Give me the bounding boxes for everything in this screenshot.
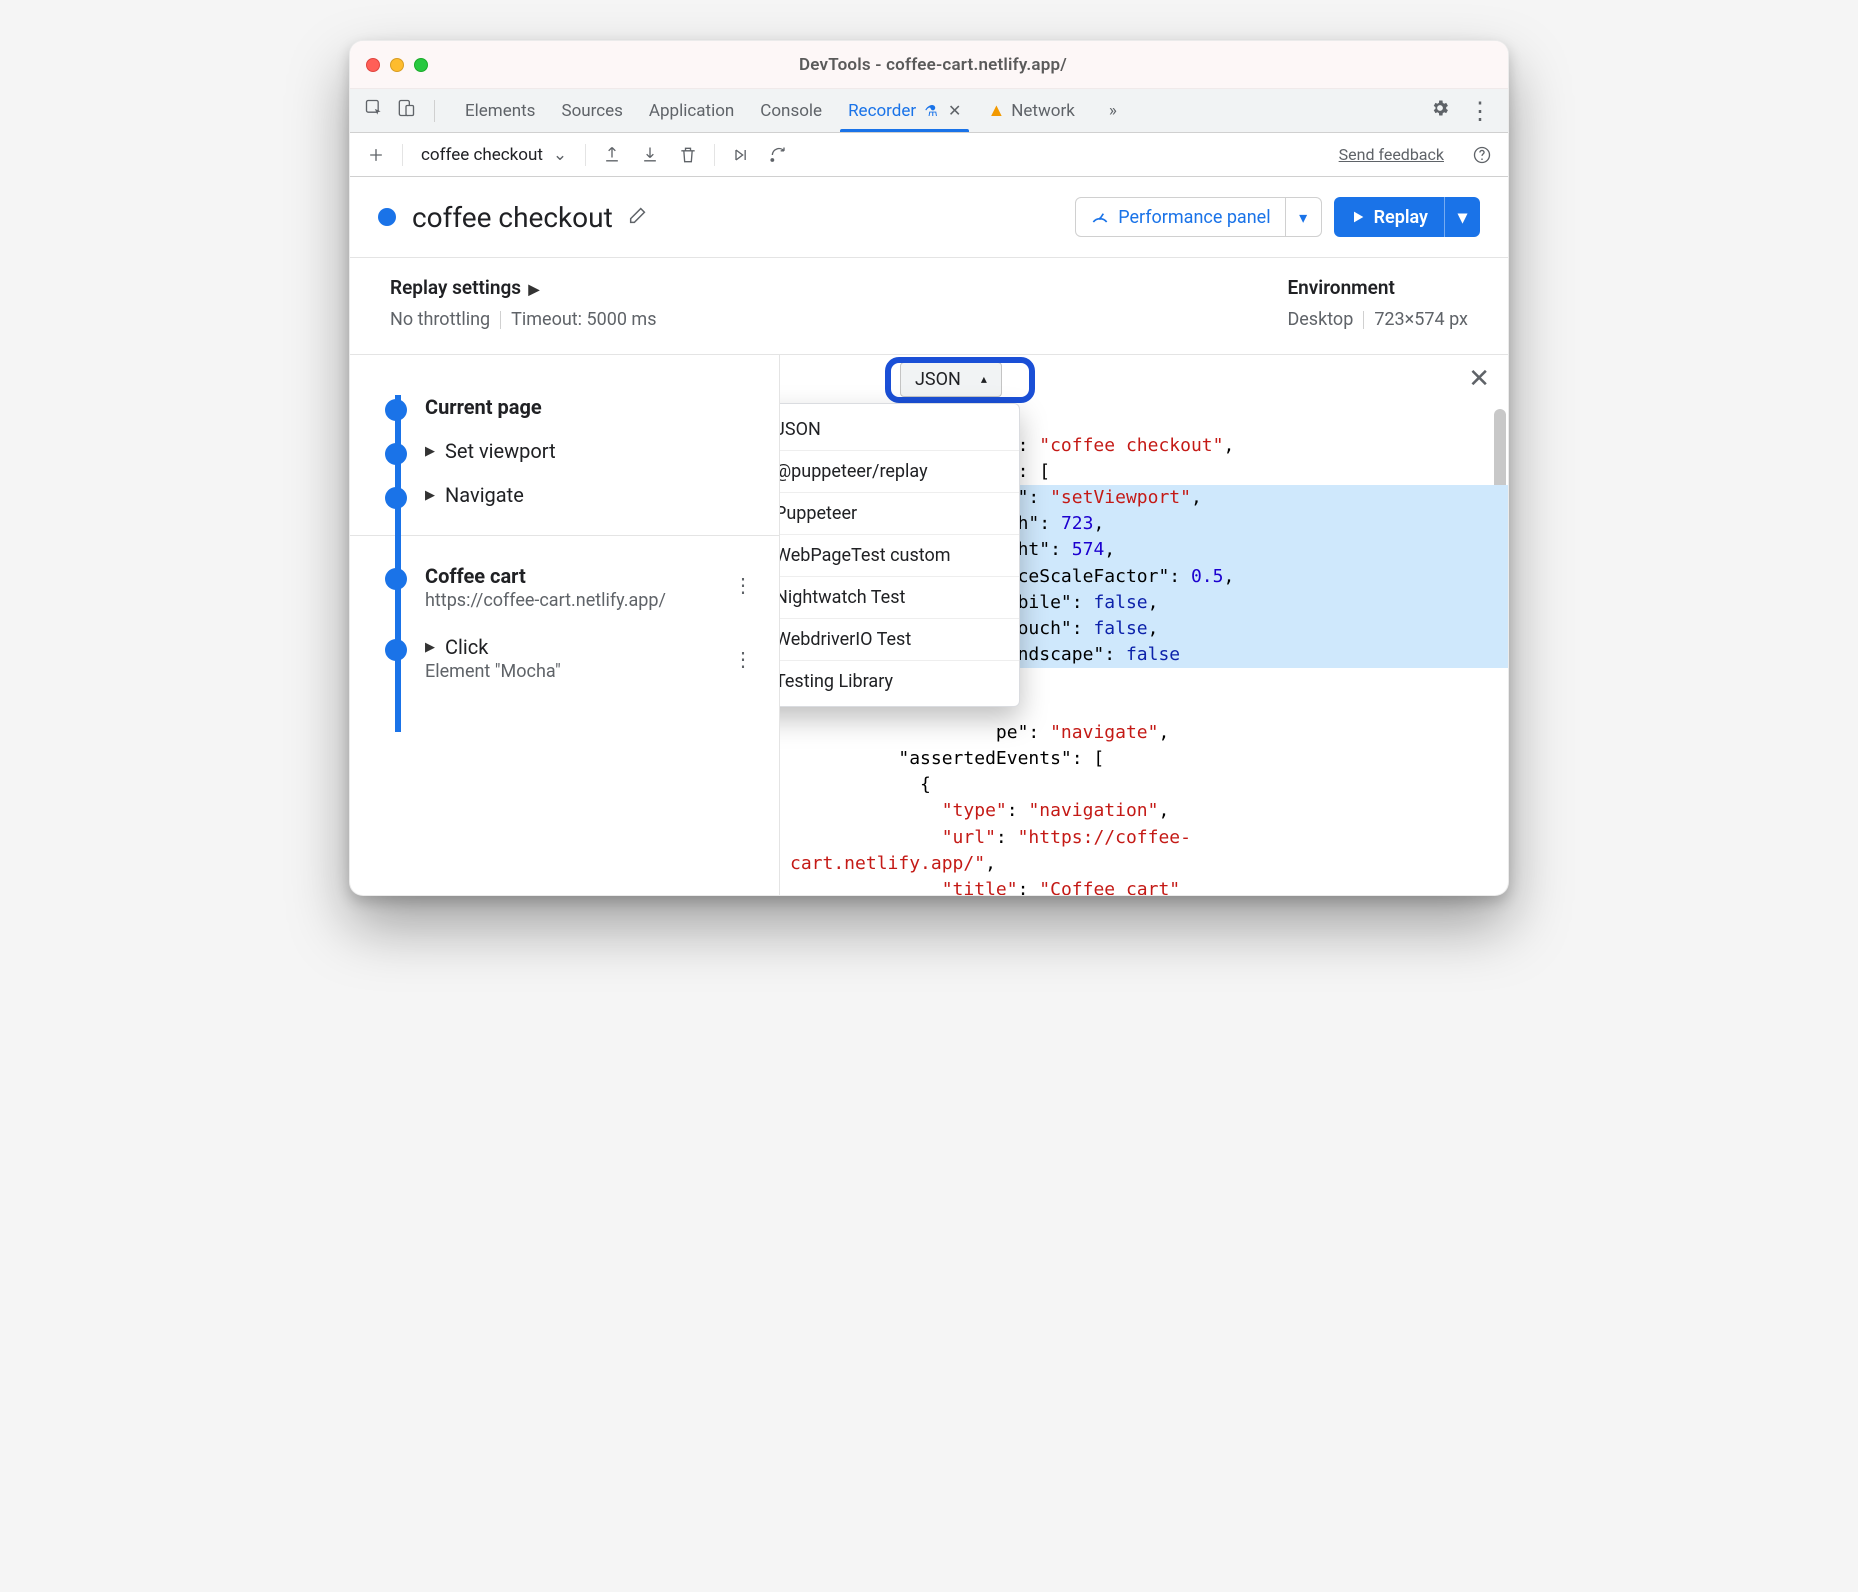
step-dot [385,487,407,509]
format-option-label: @puppeteer/replay [780,461,928,482]
environment-heading: Environment [1287,276,1468,299]
settings-gear-icon[interactable] [1430,98,1450,123]
tab-console[interactable]: Console [748,91,834,131]
caret-right-icon: ▶ [425,444,435,459]
recording-header: coffee checkout Performance panel ▾ Repl… [350,177,1508,258]
performance-panel-button[interactable]: Performance panel ▾ [1075,197,1321,237]
performance-panel-label: Performance panel [1118,207,1270,228]
replay-button-label: Replay [1374,207,1428,228]
minimize-window-button[interactable] [390,58,404,72]
zoom-window-button[interactable] [414,58,428,72]
steps-code-split: Current page ▶ Set viewport ▶ Navigate Cof… [350,355,1508,895]
step-menu-icon[interactable]: ⋮ [733,647,755,671]
inspect-element-icon[interactable] [364,98,384,123]
step-dot [385,568,407,590]
step-icon[interactable] [765,141,793,169]
performance-panel-chevron[interactable]: ▾ [1285,198,1321,236]
format-menu: ✓JSON @puppeteer/replay Puppeteer WebPag… [780,403,1020,707]
step-label: Navigate [445,483,524,507]
step-dot [385,399,407,421]
step-click[interactable]: ▶ Click Element "Mocha" ⋮ [385,625,759,692]
window-title: DevTools - coffee-cart.netlify.app/ [444,55,1422,75]
close-tab-icon[interactable]: ✕ [948,101,961,120]
step-group-title: Current page [425,395,542,419]
export-icon[interactable] [598,141,626,169]
step-dot [385,443,407,465]
step-group-coffee-cart[interactable]: Coffee cart https://coffee-cart.netlify.… [385,554,759,615]
warning-icon: ▲ [987,100,1005,121]
edit-title-icon[interactable] [627,204,649,230]
timeout-value: Timeout: 5000 ms [511,309,656,330]
step-over-icon[interactable] [727,141,755,169]
format-option-label: WebPageTest custom [780,545,951,566]
format-option-json[interactable]: ✓JSON [780,408,1019,450]
format-option-puppeteer[interactable]: Puppeteer [780,492,1019,534]
format-option-label: Puppeteer [780,503,857,524]
tab-recorder-label: Recorder [848,101,916,121]
tab-network[interactable]: ▲ Network [975,90,1086,131]
recording-selector-label: coffee checkout [421,145,543,165]
step-group-title: Coffee cart [425,564,526,588]
replay-settings-toggle[interactable]: Replay settings ▶ [390,276,657,299]
tabs-overflow-button[interactable]: » [1097,91,1129,131]
format-select-value: JSON [915,369,961,390]
step-group-current-page[interactable]: Current page [385,385,759,429]
recorder-toolbar: coffee checkout ⌄ Send feedback [350,133,1508,177]
steps-pane: Current page ▶ Set viewport ▶ Navigate Cof… [350,355,780,895]
tab-elements[interactable]: Elements [453,91,547,131]
tab-application[interactable]: Application [637,91,746,131]
format-option-nightwatch[interactable]: Nightwatch Test [780,576,1019,618]
format-option-label: WebdriverIO Test [780,629,911,650]
format-option-label: JSON [780,419,821,440]
chevron-down-icon: ⌄ [553,145,567,165]
tab-network-label: Network [1011,101,1075,121]
close-code-icon[interactable]: ✕ [1460,360,1498,398]
send-feedback-link[interactable]: Send feedback [1339,145,1444,164]
caret-right-icon: ▶ [425,640,435,655]
delete-icon[interactable] [674,141,702,169]
step-set-viewport[interactable]: ▶ Set viewport [385,429,759,473]
format-select[interactable]: JSON ▴ [900,362,1002,397]
recording-status-dot [378,208,396,226]
format-option-testing-library[interactable]: Testing Library [780,660,1019,702]
caret-right-icon: ▶ [525,282,539,298]
recording-title: coffee checkout [412,201,613,234]
experimental-icon: ⚗ [924,102,937,120]
format-option-webpagetest[interactable]: WebPageTest custom [780,534,1019,576]
import-icon[interactable] [636,141,664,169]
code-pane: JSON ▴ ✕ ✓JSON @puppeteer/replay Puppete… [780,355,1508,895]
replay-button[interactable]: Replay ▾ [1334,197,1480,237]
step-label: Click [445,635,488,659]
devtools-window: DevTools - coffee-cart.netlify.app/ Elem… [349,40,1509,896]
new-recording-icon[interactable] [362,141,390,169]
throttling-value: No throttling [390,309,490,330]
step-dot [385,639,407,661]
recording-selector[interactable]: coffee checkout ⌄ [415,145,573,165]
environment-viewport: 723×574 px [1374,309,1468,330]
step-group-url: https://coffee-cart.netlify.app/ [425,590,759,611]
close-window-button[interactable] [366,58,380,72]
format-option-puppeteer-replay[interactable]: @puppeteer/replay [780,450,1019,492]
format-option-webdriverio[interactable]: WebdriverIO Test [780,618,1019,660]
step-navigate[interactable]: ▶ Navigate [385,473,759,517]
tab-sources[interactable]: Sources [549,91,634,131]
window-titlebar: DevTools - coffee-cart.netlify.app/ [350,41,1508,89]
step-sublabel: Element "Mocha" [425,661,759,682]
devtools-tabstrip: Elements Sources Application Console Rec… [350,89,1508,133]
format-option-label: Testing Library [780,671,893,692]
device-toggle-icon[interactable] [396,98,416,123]
caret-right-icon: ▶ [425,488,435,503]
help-icon[interactable] [1468,141,1496,169]
replay-button-chevron[interactable]: ▾ [1444,197,1480,237]
tab-recorder[interactable]: Recorder ⚗ ✕ [836,91,973,131]
format-option-label: Nightwatch Test [780,587,905,608]
caret-up-icon: ▴ [981,372,987,386]
environment-device: Desktop [1287,309,1353,330]
step-menu-icon[interactable]: ⋮ [733,573,755,597]
settings-row: Replay settings ▶ No throttling Timeout:… [350,258,1508,355]
step-label: Set viewport [445,439,556,463]
